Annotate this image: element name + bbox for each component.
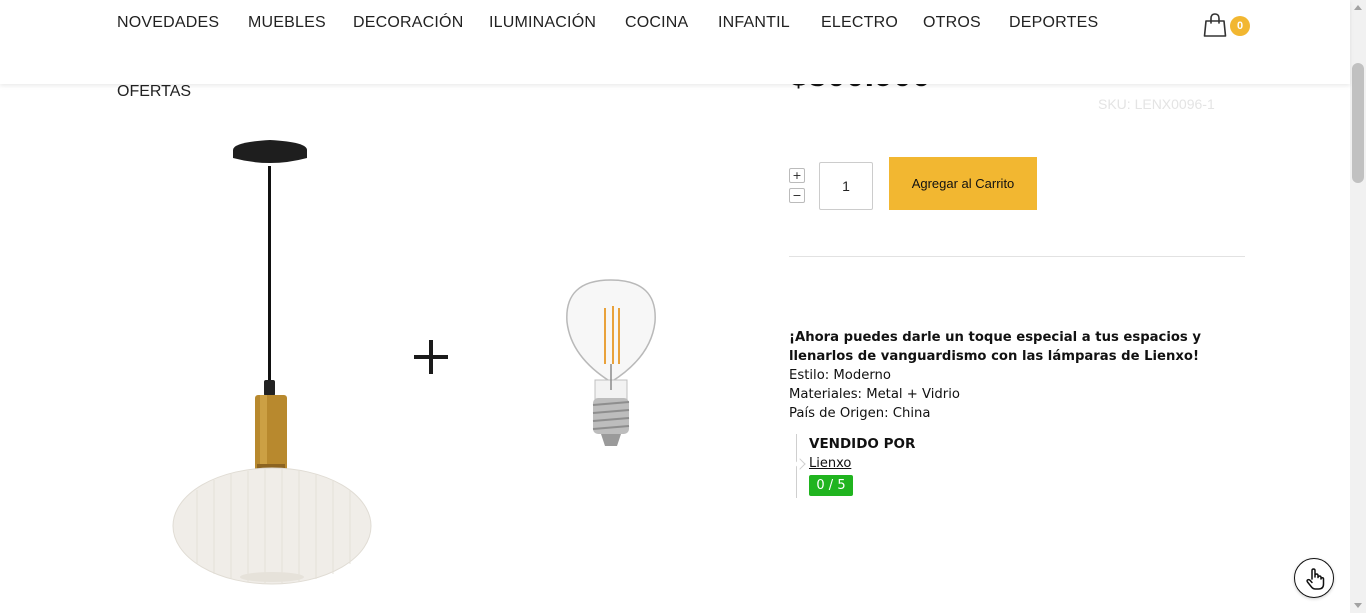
scroll-up-arrow-icon[interactable] [1354,5,1362,10]
description-line-style: Estilo: Moderno [789,368,891,383]
shopping-bag-icon [1203,13,1227,37]
add-to-cart-button[interactable]: Agregar al Carrito [889,157,1037,210]
vendor-box: VENDIDO POR Lienxo 0 / 5 [794,434,996,498]
pendant-lamp-icon [172,140,372,585]
description-lead: ¡Ahora puedes darle un toque especial a … [789,330,1201,364]
quantity-decrease-button[interactable]: − [789,188,805,203]
product-sku: SKU: LENX0096-1 [1098,96,1215,112]
hand-pointer-icon [1306,568,1325,590]
quantity-increase-button[interactable]: + [789,168,805,183]
nav-item-cocina[interactable]: COCINA [625,14,688,32]
site-header: NOVEDADES MUEBLES DECORACIÓN ILUMINACIÓN… [0,0,1350,84]
vendor-rating-badge: 0 / 5 [809,475,853,496]
product-description: ¡Ahora puedes darle un toque especial a … [789,328,1249,423]
nav-item-electro[interactable]: ELECTRO [821,14,898,32]
section-divider [789,256,1245,257]
vendor-notch [794,458,806,470]
nav-item-muebles[interactable]: MUEBLES [248,14,326,32]
plus-icon [414,340,448,374]
page-scrollbar[interactable] [1350,0,1366,613]
floating-hand-button[interactable] [1294,558,1334,598]
cart-button[interactable]: 0 [1203,12,1253,38]
nav-item-deportes[interactable]: DEPORTES [1009,14,1098,32]
nav-item-ofertas[interactable]: OFERTAS [117,83,191,101]
nav-item-infantil[interactable]: INFANTIL [718,14,790,32]
light-bulb-icon [566,279,656,446]
nav-item-otros[interactable]: OTROS [923,14,981,32]
description-line-materials: Materiales: Metal + Vidrio [789,387,960,402]
quantity-input[interactable] [819,162,873,210]
description-line-origin: País de Origen: China [789,406,931,421]
product-image [172,140,656,585]
nav-item-decoracion[interactable]: DECORACIÓN [353,14,463,32]
product-page: NOVEDADES MUEBLES DECORACIÓN ILUMINACIÓN… [0,0,1366,613]
vendor-title: VENDIDO POR [809,436,916,452]
nav-item-novedades[interactable]: NOVEDADES [117,14,219,32]
scrollbar-thumb[interactable] [1352,63,1364,183]
scroll-down-arrow-icon[interactable] [1354,603,1362,608]
vendor-link[interactable]: Lienxo [809,456,851,471]
cart-count-badge: 0 [1230,16,1250,36]
nav-item-iluminacion[interactable]: ILUMINACIÓN [489,14,596,32]
